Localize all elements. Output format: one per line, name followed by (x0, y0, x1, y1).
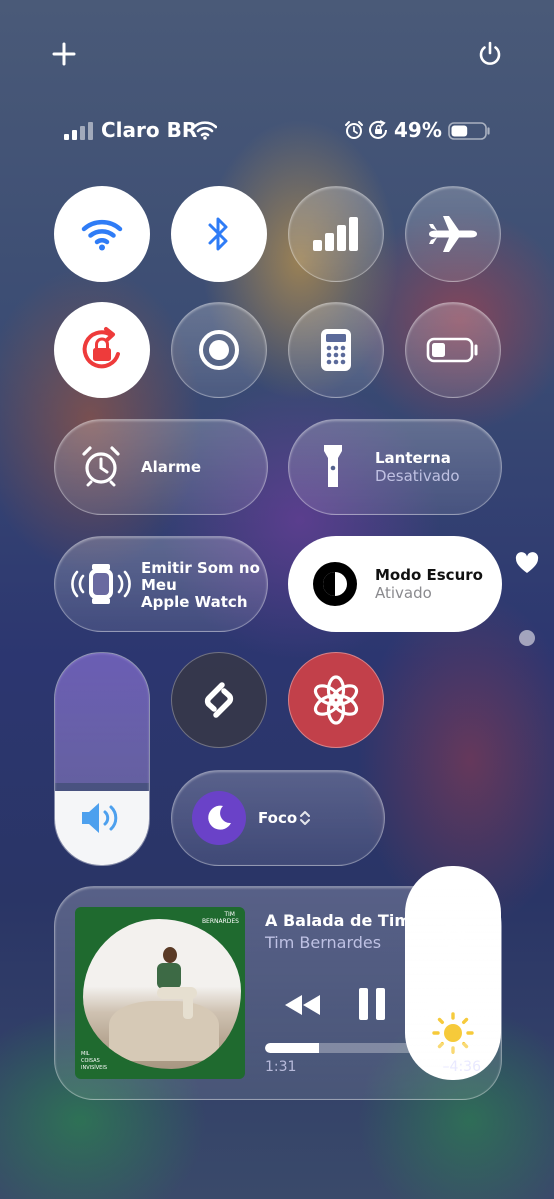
chatgpt-button[interactable] (288, 652, 384, 748)
playback-progress-fill (265, 1043, 319, 1053)
carrier-name: Claro BR (101, 118, 198, 142)
wifi-toggle[interactable] (54, 186, 150, 282)
wifi-status-icon (193, 121, 217, 140)
pause-icon[interactable] (357, 987, 387, 1021)
battery-status-icon (448, 122, 490, 140)
bluetooth-icon (208, 217, 228, 251)
airplay-button[interactable] (427, 909, 481, 963)
watch-ping-label-line-2: Meu (141, 576, 177, 594)
album-art-artist-line-2: BERNARDES (201, 918, 239, 925)
airplane-mode-toggle[interactable] (405, 186, 501, 282)
alarm-label: Alarme (141, 458, 202, 476)
cellular-signal-icon (313, 217, 358, 251)
track-artist: Tim Bernardes (265, 933, 382, 952)
plus-icon (52, 42, 76, 66)
status-bar: Claro BR 49% (64, 116, 494, 146)
chatgpt-icon (313, 675, 359, 725)
flashlight-control[interactable]: Lanterna Desativado (288, 419, 502, 515)
album-art[interactable]: TIM BERNARDES MIL COISAS INVISÍVEIS (75, 907, 245, 1079)
screen-recording-button[interactable] (171, 302, 267, 398)
playback-progress-bar[interactable] (265, 1043, 481, 1053)
power-icon (479, 41, 501, 65)
power-button[interactable] (476, 40, 504, 68)
alarm-status-icon (345, 121, 363, 139)
flashlight-status: Desativado (375, 467, 460, 485)
page-dot[interactable] (519, 630, 535, 646)
fast-forward-icon[interactable] (425, 993, 465, 1017)
flashlight-icon (324, 445, 342, 487)
cellular-signal-status-icon (64, 122, 93, 140)
shazam-icon (204, 682, 234, 718)
focus-control[interactable]: Foco (171, 770, 385, 866)
album-art-title-line-2: COISAS (81, 1058, 100, 1064)
album-art-title-line-3: INVISÍVEIS (81, 1065, 107, 1071)
add-controls-button[interactable] (50, 40, 78, 68)
album-photo (83, 919, 241, 1069)
chevron-up-down-icon (300, 811, 310, 825)
dark-mode-icon (313, 562, 357, 606)
orientation-lock-toggle[interactable] (54, 302, 150, 398)
focus-icon-background (192, 791, 246, 845)
airplane-icon (429, 216, 477, 252)
apple-watch-ping-icon (71, 564, 131, 604)
calculator-icon (321, 329, 351, 371)
ping-apple-watch-control[interactable]: Emitir Som no Meu Apple Watch (54, 536, 268, 632)
now-playing-module[interactable]: TIM BERNARDES MIL COISAS INVISÍVEIS A Ba… (54, 886, 502, 1100)
moon-icon (208, 805, 231, 830)
dark-mode-label: Modo Escuro (375, 566, 483, 584)
watch-ping-label-line-3: Apple Watch (141, 593, 248, 611)
battery-percent: 49% (394, 118, 442, 142)
track-title-mask: A Balada de Tim Bernardes (265, 911, 411, 935)
wifi-icon (81, 219, 123, 251)
alarm-control[interactable]: Alarme (54, 419, 268, 515)
volume-slider[interactable] (54, 652, 150, 866)
watch-ping-label-line-1: Emitir Som no (141, 559, 260, 577)
rewind-icon[interactable] (283, 993, 323, 1017)
alarm-clock-icon (82, 446, 120, 487)
screen-record-icon (199, 330, 239, 370)
speaker-icon (82, 803, 118, 833)
cellular-data-toggle[interactable] (288, 186, 384, 282)
airplay-audio-icon (442, 922, 466, 948)
dark-mode-status: Ativado (375, 584, 432, 602)
elapsed-time: 1:31 (265, 1059, 297, 1075)
remaining-time: –4:36 (442, 1059, 481, 1075)
dark-mode-control[interactable]: Modo Escuro Ativado (288, 536, 502, 632)
focus-label: Foco (258, 809, 298, 827)
low-power-mode-toggle[interactable] (405, 302, 501, 398)
heart-icon[interactable] (515, 552, 539, 574)
bluetooth-toggle[interactable] (171, 186, 267, 282)
album-art-artist-line-1: TIM (224, 911, 235, 918)
battery-icon (426, 337, 478, 363)
track-title: A Balada de Tim Bernardes (265, 911, 411, 930)
album-art-title-line-1: MIL (81, 1051, 90, 1057)
orientation-lock-status-icon (369, 120, 387, 139)
orientation-lock-icon (82, 327, 120, 369)
shazam-button[interactable] (171, 652, 267, 748)
flashlight-label: Lanterna (375, 449, 451, 467)
calculator-button[interactable] (288, 302, 384, 398)
